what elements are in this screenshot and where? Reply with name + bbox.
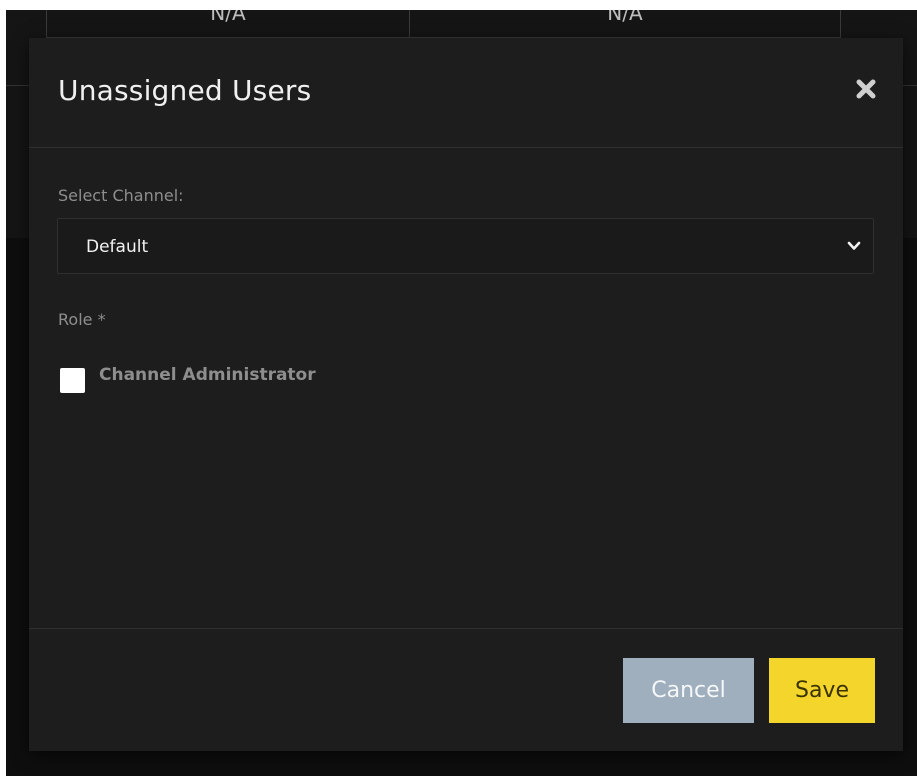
background-table-cell: N/A xyxy=(46,10,410,38)
close-icon xyxy=(856,79,876,99)
modal-footer: Cancel Save xyxy=(29,628,903,752)
modal-header: Unassigned Users xyxy=(29,38,903,148)
channel-administrator-checkbox[interactable] xyxy=(60,368,85,393)
background-cell-text: N/A xyxy=(210,10,246,25)
channel-select-value: Default xyxy=(86,237,149,257)
modal-title: Unassigned Users xyxy=(58,74,312,107)
save-button[interactable]: Save xyxy=(769,658,875,723)
channel-administrator-label: Channel Administrator xyxy=(99,365,316,385)
role-label: Role * xyxy=(58,310,106,329)
background-table-cell: N/A xyxy=(409,10,841,38)
cancel-button[interactable]: Cancel xyxy=(623,658,754,723)
unassigned-users-modal: Unassigned Users Select Channel: Default… xyxy=(29,38,903,751)
channel-select[interactable]: Default xyxy=(57,218,874,274)
close-button[interactable] xyxy=(853,76,879,102)
chevron-down-icon xyxy=(847,241,861,250)
background-cell-text: N/A xyxy=(607,10,643,25)
channel-label: Select Channel: xyxy=(58,186,184,205)
